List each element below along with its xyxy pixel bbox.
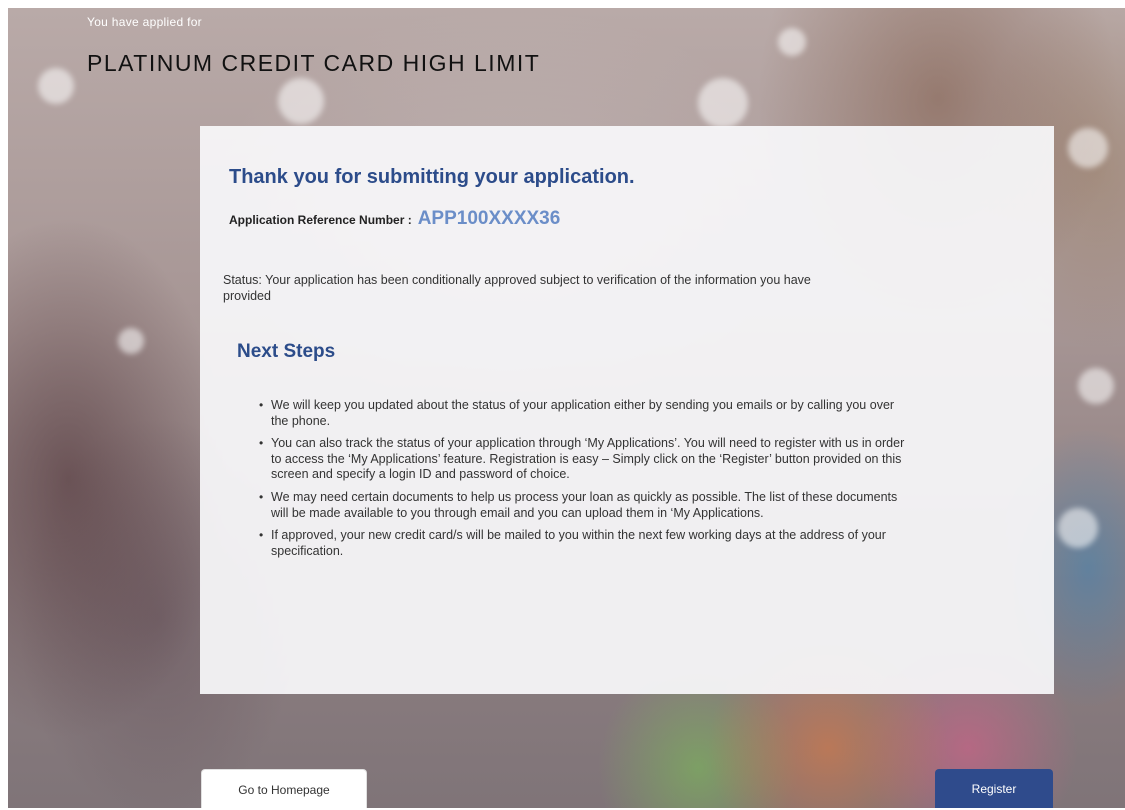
bullet-icon: • [259,436,264,451]
next-step-item: • We may need certain documents to help … [259,489,911,521]
bullet-icon: • [259,489,264,504]
thank-you-heading: Thank you for submitting your applicatio… [229,166,635,188]
register-button[interactable]: Register [935,769,1053,808]
application-status-text: Status: Your application has been condit… [223,273,811,303]
bokeh-light [38,68,74,104]
next-steps-heading: Next Steps [237,341,336,362]
next-step-text: You can also track the status of your ap… [271,436,905,482]
applied-for-label: You have applied for [87,15,202,29]
next-steps-list: • We will keep you updated about the sta… [259,398,911,566]
reference-number-value: APP100XXXX36 [417,208,561,229]
confirmation-card: Thank you for submitting your applicatio… [200,126,1054,694]
product-title: PLATINUM CREDIT CARD HIGH LIMIT [87,50,541,76]
bokeh-light [278,78,324,124]
next-step-text: We will keep you updated about the statu… [271,398,895,428]
bullet-icon: • [259,398,264,412]
reference-number-label: Application Reference Number : [229,213,412,227]
bokeh-light [698,78,748,128]
bokeh-light [1078,368,1114,404]
reference-number-row: Application Reference Number : APP100XXX… [229,208,560,230]
next-step-text: If approved, your new credit card/s will… [271,528,886,558]
bokeh-light [118,328,144,354]
go-to-homepage-button[interactable]: Go to Homepage [201,769,367,808]
next-step-text: We may need certain documents to help us… [271,489,898,520]
bokeh-light [1058,508,1098,548]
next-step-item: • If approved, your new credit card/s wi… [259,528,911,559]
bokeh-light [1068,128,1108,168]
next-step-item: • We will keep you updated about the sta… [259,398,911,429]
bullet-icon: • [259,528,264,543]
next-step-item: • You can also track the status of your … [259,436,911,483]
bokeh-light [778,28,806,56]
